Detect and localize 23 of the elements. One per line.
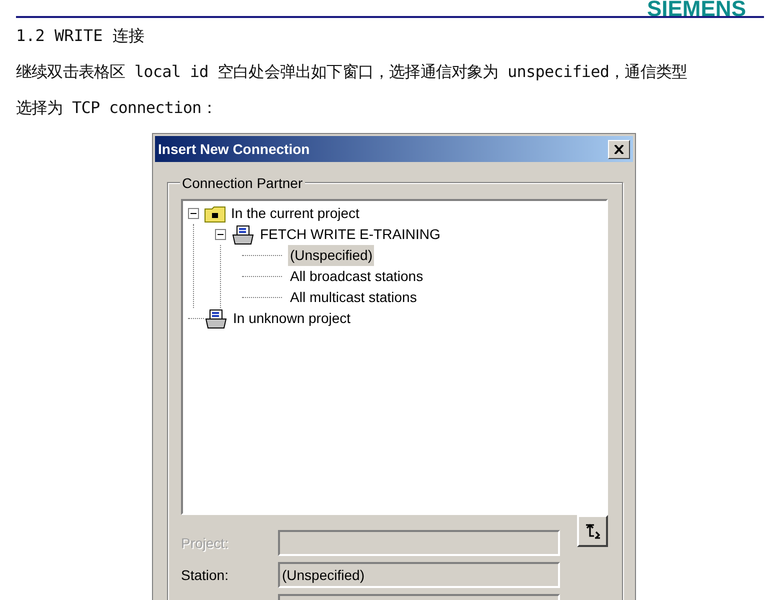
logo: SIEMENS [646, 0, 746, 16]
section-heading: 1.2 WRITE 连接 [16, 25, 146, 47]
station-icon [204, 308, 228, 328]
tree-item[interactable]: In the current project [229, 203, 362, 224]
station-icon [231, 224, 255, 244]
browse-button[interactable] [577, 515, 608, 547]
tree-item[interactable]: All broadcast stations [288, 266, 426, 287]
collapse-icon[interactable] [215, 229, 226, 240]
body-text: 选择为 TCP connection： [16, 97, 218, 119]
tree-item[interactable]: (Unspecified) [288, 245, 374, 266]
close-icon [614, 144, 624, 154]
window-title: Insert New Connection [158, 140, 310, 158]
tree-item[interactable]: All multicast stations [288, 287, 419, 308]
collapse-icon[interactable] [188, 208, 199, 219]
input-field[interactable]: (Unspecified) [278, 562, 560, 588]
field-label: Station: [181, 566, 230, 584]
tree-item[interactable]: In unknown project [231, 308, 353, 329]
hierarchy-icon [584, 523, 602, 539]
tree-item[interactable]: FETCH WRITE E-TRAINING [258, 224, 442, 245]
folder-icon [204, 204, 226, 222]
body-text: 继续双击表格区 local id 空白处会弹出如下窗口，选择通信对象为 unspecified，通信类型 [16, 61, 688, 83]
close-button[interactable] [608, 140, 630, 158]
input-field[interactable] [278, 530, 560, 556]
